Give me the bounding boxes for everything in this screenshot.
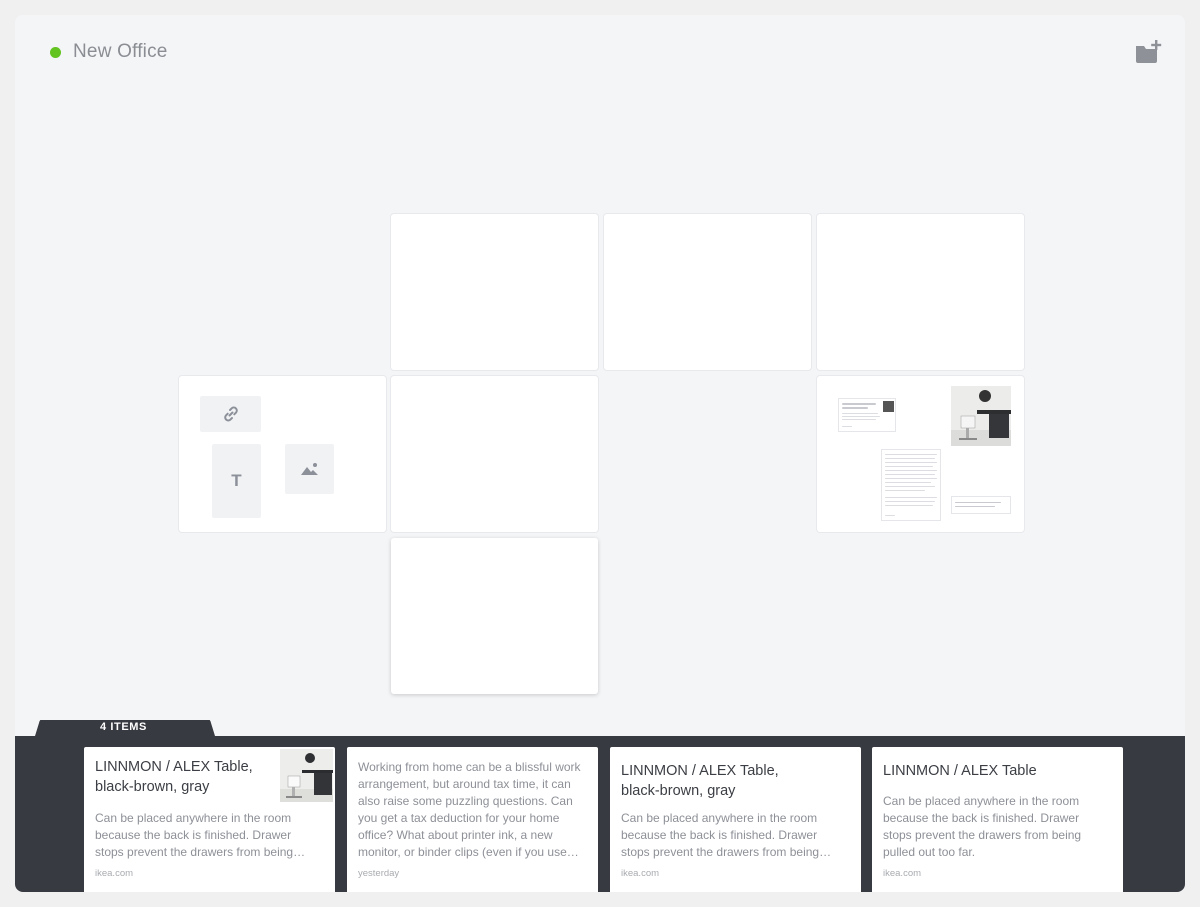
items-count-label: 4 ITEMS: [100, 721, 147, 733]
tools-cell: T: [179, 376, 386, 532]
card-description: Can be placed anywhere in the room becau…: [621, 811, 832, 859]
card-thumbnail: [280, 749, 333, 802]
mini-note-preview: [881, 449, 941, 521]
board-window: New Office T 4 ITEMS LINNMON / ALEX Tabl…: [15, 15, 1185, 892]
board-cell[interactable]: [817, 214, 1024, 370]
board-preview-cell[interactable]: [817, 376, 1024, 532]
board-cell[interactable]: [391, 214, 598, 370]
card-description: Working from home can be a blissful work…: [358, 760, 581, 859]
item-card[interactable]: LINNMON / ALEX Table Can be placed anywh…: [872, 747, 1123, 892]
board-cell[interactable]: [604, 214, 811, 370]
mini-desk-photo: [951, 386, 1011, 446]
link-icon: [223, 406, 238, 422]
board-cell[interactable]: [391, 538, 598, 694]
text-icon: T: [231, 471, 242, 490]
card-source: ikea.com: [621, 868, 660, 879]
image-icon: [300, 463, 318, 475]
card-title: LINNMON / ALEX Table, black-brown, gray: [95, 759, 253, 795]
card-source: ikea.com: [883, 868, 922, 879]
desk-photo: [280, 749, 333, 802]
card-source: yesterday: [358, 868, 400, 879]
add-link-tool[interactable]: [200, 396, 261, 432]
mini-link-preview: [951, 496, 1011, 514]
card-description: Can be placed anywhere in the room becau…: [883, 794, 1082, 859]
add-image-tool[interactable]: [285, 444, 334, 494]
card-title: LINNMON / ALEX Table: [883, 763, 1037, 779]
item-card[interactable]: LINNMON / ALEX Table, black-brown, gray …: [610, 747, 861, 892]
board-cell[interactable]: [391, 376, 598, 532]
item-card[interactable]: LINNMON / ALEX Table, black-brown, gray …: [84, 747, 335, 892]
board-canvas[interactable]: T: [15, 15, 1185, 715]
card-title: LINNMON / ALEX Table, black-brown, gray: [621, 763, 779, 799]
mini-card-preview: [838, 398, 896, 432]
card-source: ikea.com: [95, 868, 134, 879]
add-text-tool[interactable]: T: [212, 444, 261, 518]
card-description: Can be placed anywhere in the room becau…: [95, 811, 306, 859]
items-tray: 4 ITEMS LINNMON / ALEX Table, black-brow…: [15, 720, 1185, 892]
item-card[interactable]: Working from home can be a blissful work…: [347, 747, 598, 892]
